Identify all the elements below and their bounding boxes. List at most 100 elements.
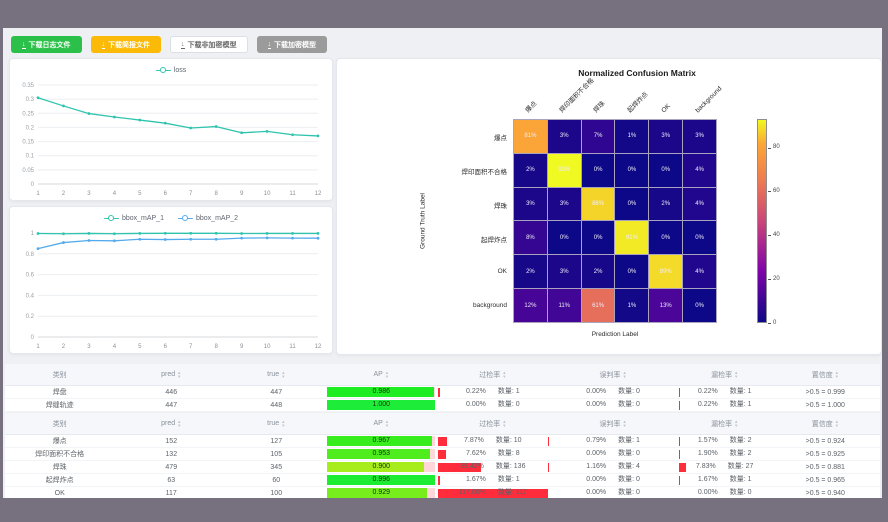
svg-text:0.35: 0.35 [22,83,34,89]
matrix-cell: 7% [582,120,615,153]
ap-bar-track: 0.953 [327,449,435,459]
cell-pred: 447 [114,399,228,412]
col-header-true[interactable]: true▲▼ [228,413,324,435]
download-button-3[interactable]: ↓下载非加密模型 [170,36,248,53]
ap-bar-track: 0.967 [327,436,435,446]
sort-caret-icon[interactable]: ▲▼ [502,420,506,427]
sort-caret-icon[interactable]: ▲▼ [177,420,181,427]
sort-caret-icon[interactable]: ▲▼ [281,420,285,427]
cell-ap: 0.996 [324,474,438,487]
ap-bar-track: 0.929 [327,488,435,498]
cell-overdetect-rate: 1.67%数量: 1 [438,474,547,487]
cell-confidence: >0.5 = 0.925 [771,448,880,461]
sort-caret-icon[interactable]: ▲▼ [734,371,738,378]
sort-caret-icon[interactable]: ▲▼ [177,371,181,378]
rate-percent: 7.83% [696,461,716,473]
matrix-row-label: background [427,302,507,309]
download-button-4[interactable]: ↓下载加密模型 [257,36,328,53]
colorbar-tick-mark [768,235,771,236]
cell-overdetect-rate: 117.00%数量: 117 [438,487,547,499]
sort-caret-icon[interactable]: ▲▼ [385,420,389,427]
download-button-1[interactable]: ↓下载日志文件 [11,36,82,53]
col-header-label: 置信度 [812,370,833,380]
svg-text:0.6: 0.6 [26,273,35,279]
sort-caret-icon[interactable]: ▲▼ [385,371,389,378]
sort-caret-icon[interactable]: ▲▼ [623,371,627,378]
matrix-col-label: OK [660,103,672,115]
col-header-ap[interactable]: AP▲▼ [324,364,438,386]
download-icon: ↓ [22,41,26,49]
map-chart: 10.80.60.40.20123456789101112 [12,225,330,351]
svg-text:0.3: 0.3 [26,97,35,103]
sort-caret-icon[interactable]: ▲▼ [281,371,285,378]
cell-ap: 0.967 [324,435,438,448]
cell-pred: 63 [114,474,228,487]
sort-caret-icon[interactable]: ▲▼ [623,420,627,427]
cell-miss-rate: 1.57%数量: 2 [679,435,771,448]
cell-misjudge-rate: 0.79%数量: 1 [548,435,679,448]
svg-text:11: 11 [289,191,296,197]
header-row: 类别pred▲▼true▲▼AP▲▼过检率▲▼误判率▲▼漏检率▲▼置信度▲▼ [5,364,880,386]
sort-caret-icon[interactable]: ▲▼ [835,420,839,427]
col-header-ap[interactable]: AP▲▼ [324,413,438,435]
rate-percent: 0.00% [586,448,606,460]
col-header-conf[interactable]: 置信度▲▼ [771,413,880,435]
sort-caret-icon[interactable]: ▲▼ [734,420,738,427]
svg-text:4: 4 [113,344,117,350]
matrix-cell: 13% [649,289,682,322]
cell-true: 127 [228,435,324,448]
col-header-conf[interactable]: 置信度▲▼ [771,364,880,386]
cell-overdetect-rate: 7.87%数量: 10 [438,435,547,448]
cell-class: 焊盘 [5,386,114,399]
cell-pred: 152 [114,435,228,448]
cell-class: OK [5,487,114,499]
overdetect-rate: 7.62%数量: 8 [438,448,547,460]
confusion-matrix-grid: 81%3%7%1%3%3%2%93%0%0%0%4%3%3%88%0%2%4%8… [513,119,717,323]
confusion-matrix-colorbar [757,119,767,323]
summary-table-top: 类别pred▲▼true▲▼AP▲▼过检率▲▼误判率▲▼漏检率▲▼置信度▲▼焊盘… [5,364,880,412]
confusion-matrix-xlabel: Prediction Label [513,331,717,338]
ap-bar-track: 0.996 [327,475,435,485]
col-header-label: pred [161,420,175,427]
col-header-over[interactable]: 过检率▲▼ [438,364,547,386]
col-header-true[interactable]: true▲▼ [228,364,324,386]
rate-count: 数量: 1 [730,386,752,398]
col-header-mis[interactable]: 误判率▲▼ [548,413,679,435]
svg-text:11: 11 [289,344,296,350]
col-header-over[interactable]: 过检率▲▼ [438,413,547,435]
legend-item-bbox_mAP_2[interactable]: bbox_mAP_2 [178,215,238,222]
rate-percent: 1.16% [586,461,606,473]
legend-item-loss[interactable]: loss [156,67,186,74]
col-header-mis[interactable]: 误判率▲▼ [548,364,679,386]
svg-text:12: 12 [315,191,322,197]
col-header-cls: 类别 [5,364,114,386]
svg-text:0: 0 [31,182,35,188]
matrix-cell: 0% [683,289,716,322]
ap-value: 0.996 [327,475,435,485]
svg-text:8: 8 [215,344,219,350]
rate-count: 数量: 10 [496,435,522,447]
ap-value: 0.953 [327,449,435,459]
matrix-cell: 89% [649,255,682,288]
legend-item-bbox_mAP_1[interactable]: bbox_mAP_1 [104,215,164,222]
cell-true: 345 [228,461,324,474]
sort-caret-icon[interactable]: ▲▼ [502,371,506,378]
rate-percent: 0.79% [586,435,606,447]
matrix-col-label: 爆点 [524,100,539,115]
col-header-miss[interactable]: 漏检率▲▼ [679,413,771,435]
sort-caret-icon[interactable]: ▲▼ [835,371,839,378]
col-header-miss[interactable]: 漏检率▲▼ [679,364,771,386]
matrix-cell: 3% [548,188,581,221]
rate-percent: 0.00% [586,474,606,486]
rate-count: 数量: 0 [618,448,640,460]
matrix-cell: 1% [615,289,648,322]
dashboard-content: ↓下载日志文件 ↓下载简报文件 ↓下载非加密模型 ↓下载加密模型 loss 0.35 0… [3,28,882,498]
col-header-pred[interactable]: pred▲▼ [114,364,228,386]
miss-rate: 0.00%数量: 0 [679,487,771,498]
table-row: 起焊炸点63600.9961.67%数量: 10.00%数量: 01.67%数量… [5,474,880,487]
download-button-2[interactable]: ↓下载简报文件 [91,36,162,53]
download-button-label: 下载日志文件 [29,40,71,50]
colorbar-tick-mark [768,191,771,192]
col-header-pred[interactable]: pred▲▼ [114,413,228,435]
matrix-cell: 11% [548,289,581,322]
